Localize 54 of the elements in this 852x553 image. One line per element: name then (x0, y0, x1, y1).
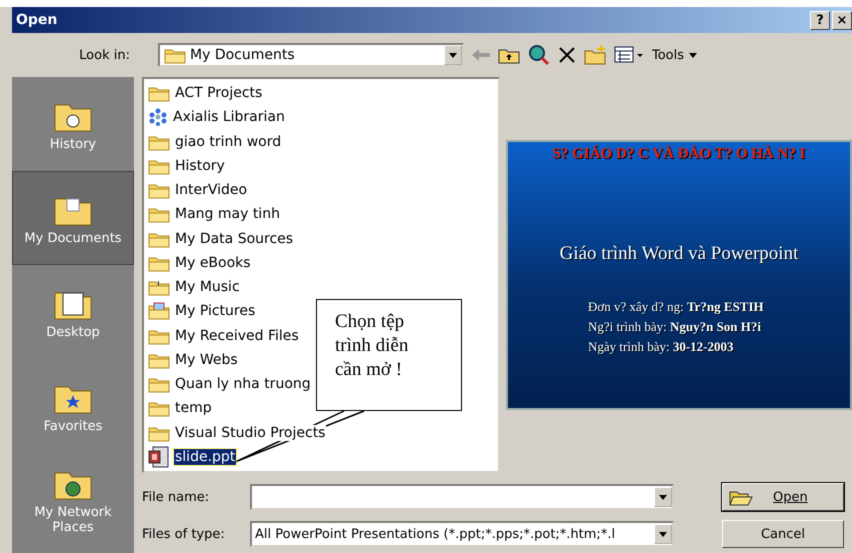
file-item[interactable]: My Pictures (174, 303, 256, 320)
file-item[interactable]: My Music (174, 279, 241, 296)
place-item[interactable]: My Network Places (12, 453, 134, 547)
dropdown-button[interactable] (654, 524, 672, 544)
help-button[interactable]: ? (810, 10, 830, 30)
callout-text: Chọn tệp trình diễn cần mở ! (316, 299, 462, 411)
look-in-dropdown[interactable]: My Documents (158, 43, 464, 67)
file-item[interactable]: giao trinh word (174, 134, 282, 150)
open-button[interactable]: Open (722, 483, 844, 511)
slide-text: Ngày trình bày: 30-12-2003 (588, 339, 735, 355)
views-icon[interactable] (614, 46, 644, 64)
music-folder-icon (148, 278, 170, 296)
caret-icon (659, 494, 667, 500)
file-item[interactable]: Quan ly nha truong (174, 376, 312, 392)
cancel-button[interactable]: Cancel (722, 520, 844, 548)
file-name-field[interactable] (250, 484, 674, 510)
look-in-label: Look in: (78, 48, 131, 62)
file-item[interactable]: slide.ppt (174, 448, 236, 465)
close-button[interactable]: × (832, 10, 852, 30)
slide-title: Giáo trình Word và Powerpoint (560, 243, 798, 265)
file-name-label: File name: (142, 490, 210, 504)
dropdown-button[interactable] (444, 45, 462, 65)
caret-icon (449, 52, 457, 58)
file-item[interactable]: My Data Sources (174, 230, 294, 247)
file-type-label: Files of type: (142, 526, 226, 542)
dots-icon (148, 108, 168, 126)
caret-icon (689, 52, 698, 58)
file-item[interactable]: My Webs (174, 352, 239, 368)
file-item[interactable]: My Received Files (174, 328, 300, 344)
picture-folder-icon (148, 302, 170, 320)
dropdown-button[interactable] (654, 487, 672, 507)
place-item[interactable]: Desktop (12, 265, 134, 359)
place-item[interactable]: My Documents (12, 171, 134, 265)
presentation-file-icon (148, 446, 170, 468)
file-type-value: All PowerPoint Presentations (*.ppt;*.pps;*.pot;*.htm;*.l (255, 526, 616, 542)
file-item[interactable]: Mang may tinh (174, 206, 281, 222)
place-item[interactable]: Favorites (12, 359, 134, 453)
file-item[interactable]: temp (174, 400, 213, 416)
delete-icon[interactable] (558, 46, 576, 64)
file-item[interactable]: My eBooks (174, 254, 252, 271)
slide-text: Ng?i trình bày: Nguy?n Son H?i (588, 319, 762, 335)
file-item[interactable]: History (174, 158, 226, 174)
search-web-icon[interactable] (528, 44, 550, 66)
file-type-dropdown[interactable]: All PowerPoint Presentations (*.ppt;*.pps;*.pot;*.htm;*.l (250, 521, 674, 547)
look-in-value: My Documents (190, 47, 296, 63)
new-folder-icon[interactable] (584, 45, 606, 65)
slide-heading: S? GIÁO D? C VÀ ĐÀO T? O HÀ N? I (552, 146, 806, 163)
window-title: Open (16, 12, 58, 28)
caret-icon (659, 532, 667, 536)
place-item[interactable]: History (12, 77, 134, 171)
file-item[interactable]: Visual Studio Projects (174, 424, 326, 441)
file-item[interactable]: ACT Projects (174, 85, 264, 102)
tools-menu[interactable]: Tools (652, 48, 698, 62)
slide-text: Đơn v? xây d? ng: Tr?ng ESTIH (588, 299, 764, 315)
